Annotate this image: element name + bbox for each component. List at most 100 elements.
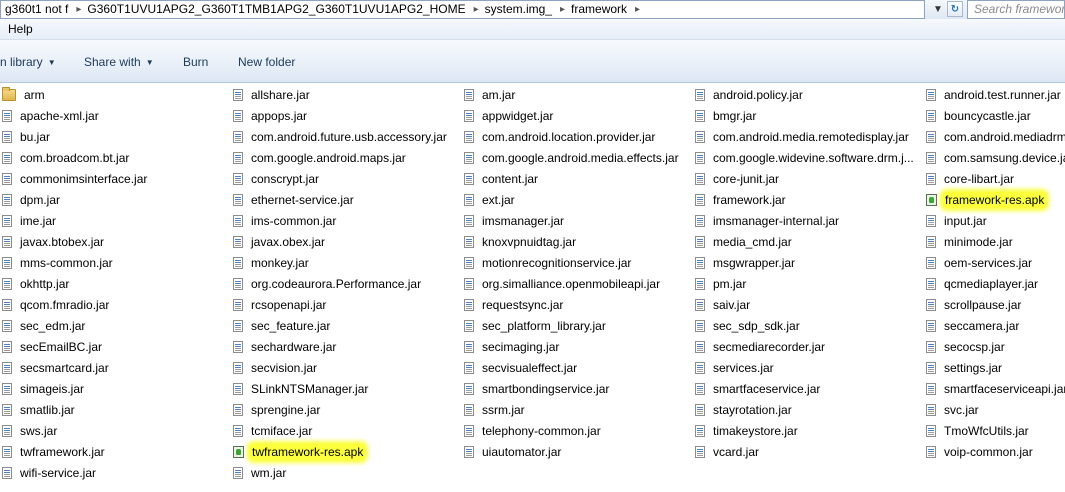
file-item[interactable]: scrollpause.jar [926,295,1023,315]
search-input[interactable]: Search framework [967,0,1065,19]
file-item[interactable]: com.android.mediadrm [926,127,1065,147]
file-item[interactable]: seccamera.jar [926,316,1021,336]
address-dropdown-icon[interactable]: ▼ [930,1,946,17]
breadcrumb[interactable]: g360t1 not f ▸ G360T1UVU1APG2_G360T1TMB1… [0,0,925,19]
file-item[interactable]: bmgr.jar [695,106,758,126]
refresh-icon[interactable]: ↻ [947,1,963,17]
file-item[interactable]: org.simalliance.openmobileapi.jar [464,274,662,294]
include-in-library-button[interactable]: n library ▼ [0,54,56,71]
file-item[interactable]: appwidget.jar [464,106,555,126]
file-item[interactable]: com.google.android.maps.jar [233,148,408,168]
file-item[interactable]: bu.jar [2,127,52,147]
file-item[interactable]: tcmiface.jar [233,421,314,441]
file-item[interactable]: smartfaceservice.jar [695,379,822,399]
file-item[interactable]: input.jar [926,211,989,231]
breadcrumb-item[interactable]: system.img_ [481,1,558,18]
file-item[interactable]: vcard.jar [695,442,761,462]
file-item[interactable]: qcmediaplayer.jar [926,274,1040,294]
file-item[interactable]: sec_feature.jar [233,316,332,336]
file-item[interactable]: secvisualeffect.jar [464,358,579,378]
file-item[interactable]: minimode.jar [926,232,1015,252]
file-item[interactable]: framework.jar [695,190,788,210]
file-item[interactable]: settings.jar [926,358,1004,378]
file-item[interactable]: secsmartcard.jar [2,358,111,378]
file-item[interactable]: imsmanager.jar [464,211,566,231]
file-item[interactable]: timakeystore.jar [695,421,800,441]
file-item[interactable]: smartfaceserviceapi.jar [926,379,1065,399]
menu-help[interactable]: Help [0,19,40,39]
file-item[interactable]: com.android.media.remotedisplay.jar [695,127,911,147]
file-item[interactable]: javax.btobex.jar [2,232,106,252]
file-item[interactable]: pm.jar [695,274,748,294]
file-item[interactable]: content.jar [464,169,540,189]
file-item[interactable]: requestsync.jar [464,295,565,315]
file-item[interactable]: mms-common.jar [2,253,115,273]
breadcrumb-item[interactable]: g360t1 not f [1,1,74,18]
file-item[interactable]: allshare.jar [233,85,312,105]
file-item[interactable]: ethernet-service.jar [233,190,356,210]
chevron-right-icon[interactable]: ▸ [74,4,83,15]
share-with-button[interactable]: Share with ▼ [84,54,154,71]
file-item[interactable]: twframework.jar [2,442,107,462]
file-item[interactable]: oem-services.jar [926,253,1034,273]
file-item[interactable]: sws.jar [2,421,59,441]
file-item[interactable]: dpm.jar [2,190,62,210]
file-item[interactable]: commonimsinterface.jar [2,169,149,189]
file-item[interactable]: com.google.widevine.software.drm.j... [695,148,916,168]
breadcrumb-item[interactable]: framework [567,1,633,18]
file-item[interactable]: sechardware.jar [233,337,338,357]
file-item[interactable]: smatlib.jar [2,400,77,420]
file-item[interactable]: svc.jar [926,400,981,420]
file-item[interactable]: stayrotation.jar [695,400,794,420]
file-item[interactable]: framework-res.apk [926,190,1047,210]
file-item[interactable]: TmoWfcUtils.jar [926,421,1031,441]
file-item[interactable]: core-libart.jar [926,169,1016,189]
file-item[interactable]: secvision.jar [233,358,319,378]
file-item[interactable]: android.policy.jar [695,85,805,105]
chevron-right-icon[interactable]: ▸ [558,4,567,15]
burn-button[interactable]: Burn [183,54,208,70]
file-item[interactable]: com.broadcom.bt.jar [2,148,131,168]
file-item[interactable]: monkey.jar [233,253,311,273]
file-item[interactable]: sec_edm.jar [2,316,87,336]
file-item[interactable]: SLinkNTSManager.jar [233,379,370,399]
file-item[interactable]: twframework-res.apk [233,442,366,462]
file-item[interactable]: imsmanager-internal.jar [695,211,841,231]
file-item[interactable]: knoxvpnuidtag.jar [464,232,578,252]
file-item[interactable]: arm [2,85,47,105]
file-item[interactable]: qcom.fmradio.jar [2,295,111,315]
file-item[interactable]: wifi-service.jar [2,463,98,483]
file-item[interactable]: rcsopenapi.jar [233,295,328,315]
new-folder-button[interactable]: New folder [238,54,295,70]
file-item[interactable]: apache-xml.jar [2,106,101,126]
file-item[interactable]: media_cmd.jar [695,232,794,252]
file-item[interactable]: secEmailBC.jar [2,337,104,357]
file-item[interactable]: telephony-common.jar [464,421,603,441]
file-item[interactable]: android.test.runner.jar [926,85,1063,105]
file-item[interactable]: com.android.location.provider.jar [464,127,657,147]
file-item[interactable]: msgwrapper.jar [695,253,797,273]
file-item[interactable]: secocsp.jar [926,337,1007,357]
file-item[interactable]: smartbondingservice.jar [464,379,611,399]
file-item[interactable]: ssrm.jar [464,400,527,420]
file-item[interactable]: am.jar [464,85,517,105]
file-item[interactable]: voip-common.jar [926,442,1035,462]
file-item[interactable]: ime.jar [2,211,58,231]
file-item[interactable]: core-junit.jar [695,169,781,189]
breadcrumb-item[interactable]: G360T1UVU1APG2_G360T1TMB1APG2_G360T1UVU1… [83,1,471,18]
file-item[interactable]: services.jar [695,358,776,378]
chevron-right-icon[interactable]: ▸ [633,4,642,15]
file-item[interactable]: wm.jar [233,463,288,483]
file-item[interactable]: motionrecognitionservice.jar [464,253,633,273]
file-item[interactable]: saiv.jar [695,295,752,315]
file-item[interactable]: com.android.future.usb.accessory.jar [233,127,449,147]
file-item[interactable]: javax.obex.jar [233,232,327,252]
file-item[interactable]: okhttp.jar [2,274,71,294]
file-item[interactable]: bouncycastle.jar [926,106,1033,126]
file-item[interactable]: sec_platform_library.jar [464,316,608,336]
file-item[interactable]: com.samsung.device.ja [926,148,1065,168]
file-item[interactable]: secimaging.jar [464,337,561,357]
file-item[interactable]: org.codeaurora.Performance.jar [233,274,423,294]
file-item[interactable]: ims-common.jar [233,211,338,231]
file-item[interactable]: simageis.jar [2,379,86,399]
